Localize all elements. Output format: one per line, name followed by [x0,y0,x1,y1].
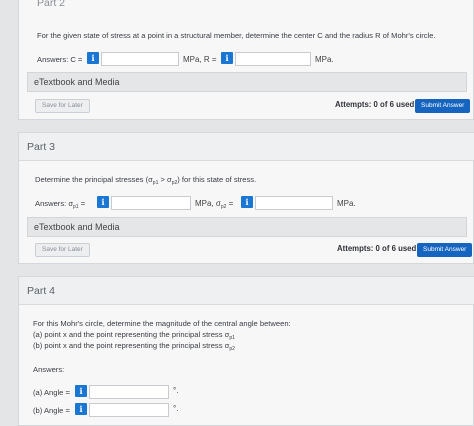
part3-unit-end: MPa. [337,199,356,208]
line3-sub: p2 [229,346,235,352]
q-pre: Determine the principal stresses ( [35,175,149,184]
part2-panel: Part 2 For the given state of stress at … [18,0,474,120]
part4-line1: For this Mohr's circle, determine the ma… [33,319,291,328]
etextbook-media[interactable]: eTextbook and Media [27,72,467,92]
attempts-counter: Attempts: 0 of 6 used [337,244,417,253]
info-icon[interactable]: i [221,52,233,64]
equals: = [78,199,86,208]
angle-b-input[interactable] [89,403,169,417]
info-icon[interactable]: i [97,196,109,208]
part3-question: Determine the principal stresses (σp1 > … [35,175,256,186]
q-post: ) for this state of stress. [177,175,257,184]
save-for-later-button[interactable]: Save for Later [35,243,90,257]
gt-sign: > [158,175,168,184]
angle-a-input[interactable] [89,385,169,399]
part2-unit-end: MPa. [315,55,334,64]
radius-r-input[interactable] [235,52,311,66]
center-c-input[interactable] [101,52,179,66]
angle-a-label: (a) Angle = [33,388,70,397]
part2-title: Part 2 [37,0,66,9]
part4-title: Part 4 [27,285,56,297]
part3-panel: Part 3 Determine the principal stresses … [18,132,474,264]
part4-line3: (b) point x and the point representing t… [33,341,235,352]
part3-title: Part 3 [27,141,56,153]
line2-text: (a) point x and the point representing t… [33,330,230,339]
degree-unit: °. [173,404,179,413]
part2-unit-mid: MPa, R = [183,55,217,64]
degree-unit: °. [173,386,179,395]
part4-header: Part 4 [19,277,474,305]
line3-text: (b) point x and the point representing t… [33,341,230,350]
angle-b-label: (b) Angle = [33,406,70,415]
equals: = [226,199,234,208]
part2-question: For the given state of stress at a point… [37,31,436,40]
part4-answers-label: Answers: [33,365,65,374]
sigma-p2-input[interactable] [255,196,333,210]
info-icon[interactable]: i [75,385,87,397]
etextbook-media[interactable]: eTextbook and Media [27,217,467,237]
submit-answer-button[interactable]: Submit Answer [417,243,473,257]
part3-answers-label: Answers: σp1 = [35,199,85,210]
attempts-counter: Attempts: 0 of 6 used [335,100,415,109]
ans-label: Answers: σ [35,199,74,208]
part3-unit-mid: MPa, σp2 = [195,199,233,210]
info-icon[interactable]: i [241,196,253,208]
submit-answer-button[interactable]: Submit Answer [415,99,471,113]
part4-panel: Part 4 For this Mohr's circle, determine… [18,276,474,426]
part4-line2: (a) point x and the point representing t… [33,330,235,341]
info-icon[interactable]: i [87,52,99,64]
unit-mid: MPa, σ [195,199,221,208]
part2-answers-label: Answers: C = [37,55,83,64]
part3-header: Part 3 [19,133,474,161]
save-for-later-button[interactable]: Save for Later [35,99,90,113]
info-icon[interactable]: i [75,403,87,415]
sigma-p1-input[interactable] [111,196,191,210]
